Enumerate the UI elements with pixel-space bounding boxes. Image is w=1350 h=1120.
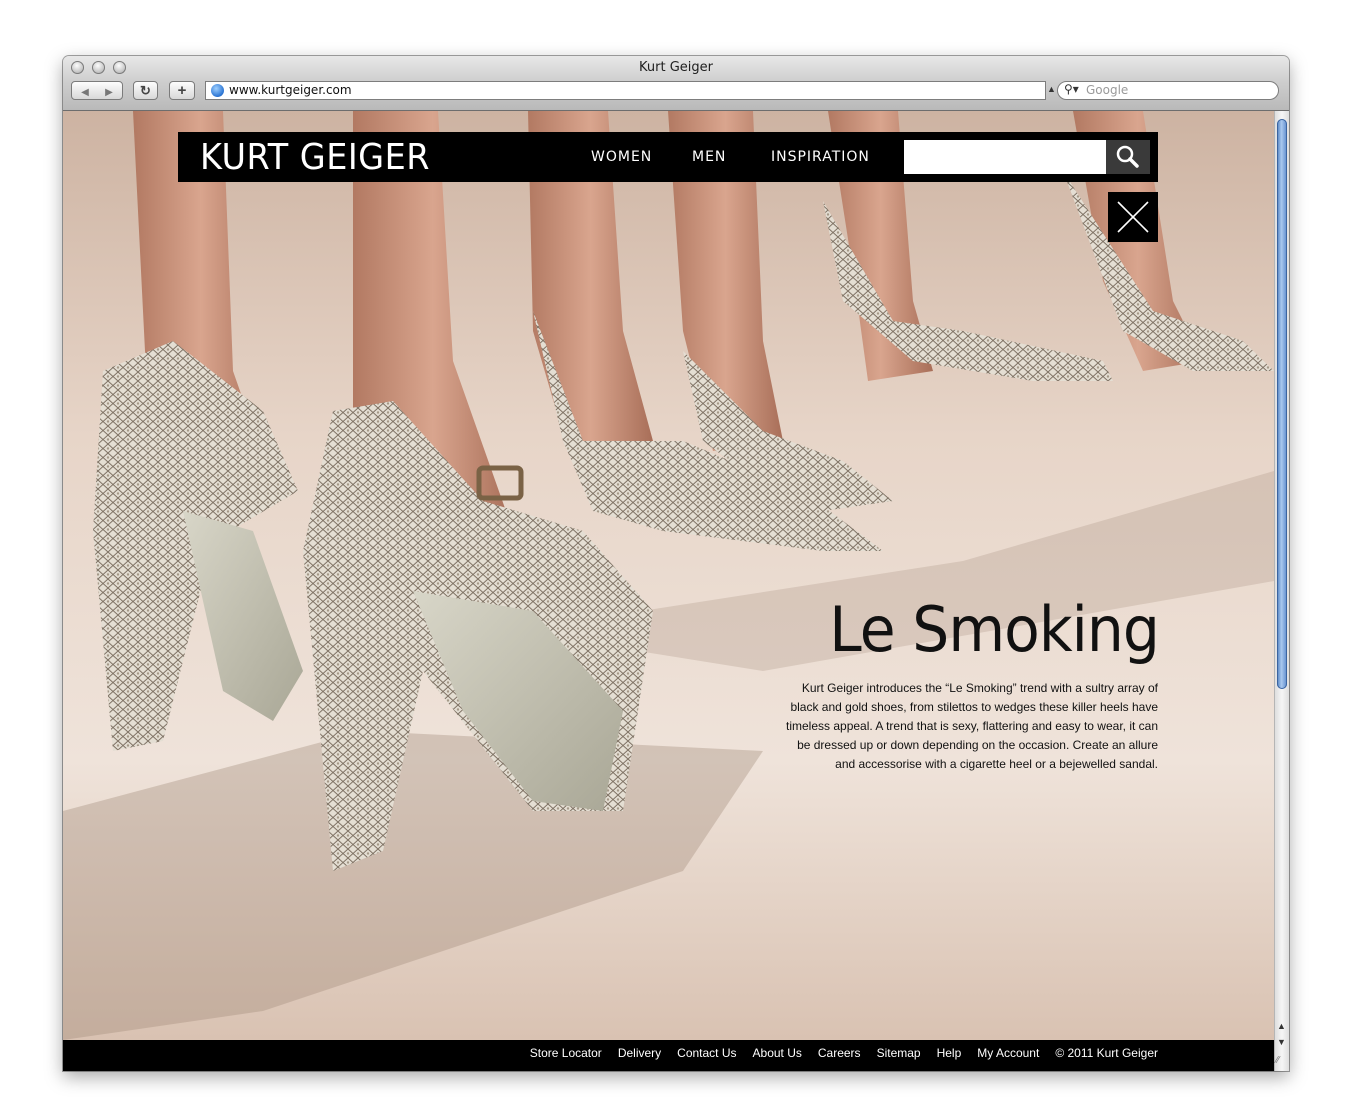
hero-photo	[63, 111, 1274, 1040]
back-forward-buttons[interactable]: ◀ ▶	[71, 81, 123, 100]
article-title: Le Smoking	[829, 593, 1160, 666]
site-footer: Store Locator Delivery Contact Us About …	[63, 1040, 1274, 1071]
magnifier-icon[interactable]: ⚲▾	[1064, 82, 1079, 96]
footer-link-store-locator[interactable]: Store Locator	[530, 1046, 602, 1060]
site-header: KURT GEIGER WOMEN MEN INSPIRATION	[178, 132, 1158, 182]
magnifier-icon	[1116, 145, 1139, 168]
scroll-down-arrow-icon[interactable]: ▼	[1277, 1037, 1286, 1047]
article-body: Kurt Geiger introduces the “Le Smoking” …	[786, 681, 1158, 771]
footer-link-help[interactable]: Help	[937, 1046, 962, 1060]
footer-link-careers[interactable]: Careers	[818, 1046, 861, 1060]
browser-toolbar: Kurt Geiger ◀ ▶ ↻ + www.kurtgeiger.com ▲ …	[63, 56, 1289, 111]
close-x-icon	[1117, 201, 1149, 233]
site-search-button[interactable]	[1106, 140, 1150, 174]
footer-link-contact-us[interactable]: Contact Us	[677, 1046, 736, 1060]
site-logo[interactable]: KURT GEIGER	[200, 137, 430, 178]
browser-window: Kurt Geiger ◀ ▶ ↻ + www.kurtgeiger.com ▲ …	[63, 56, 1289, 1071]
globe-icon	[211, 84, 224, 97]
back-arrow-icon[interactable]: ◀	[73, 84, 97, 101]
address-bar[interactable]: www.kurtgeiger.com	[205, 81, 1046, 100]
scroll-up-arrow-icon[interactable]: ▲	[1277, 1021, 1286, 1031]
close-button[interactable]	[1108, 192, 1158, 242]
footer-link-sitemap[interactable]: Sitemap	[877, 1046, 921, 1060]
address-text[interactable]: www.kurtgeiger.com	[229, 83, 352, 97]
nav-women[interactable]: WOMEN	[591, 149, 652, 165]
footer-link-about-us[interactable]: About Us	[753, 1046, 802, 1060]
forward-arrow-icon[interactable]: ▶	[97, 84, 121, 101]
reload-button[interactable]: ↻	[133, 81, 158, 100]
browser-search-field[interactable]: ⚲▾ Google	[1057, 81, 1279, 100]
footer-link-my-account[interactable]: My Account	[977, 1046, 1039, 1060]
window-title: Kurt Geiger	[639, 60, 713, 75]
page-viewport: KURT GEIGER WOMEN MEN INSPIRATION Le Smo…	[63, 111, 1274, 1040]
address-history-arrow-icon[interactable]: ▲	[1047, 84, 1056, 94]
add-bookmark-button[interactable]: +	[169, 81, 195, 100]
footer-copyright: © 2011 Kurt Geiger	[1055, 1046, 1158, 1060]
vertical-scrollbar[interactable]: ▲ ▼ ∕∕	[1274, 111, 1289, 1071]
nav-men[interactable]: MEN	[692, 149, 726, 165]
site-search-input[interactable]	[904, 140, 1106, 174]
nav-inspiration[interactable]: INSPIRATION	[771, 149, 870, 165]
scrollbar-thumb[interactable]	[1277, 119, 1287, 689]
footer-link-delivery[interactable]: Delivery	[618, 1046, 661, 1060]
browser-search-placeholder: Google	[1086, 83, 1129, 97]
resize-grip-icon[interactable]: ∕∕	[1276, 1055, 1279, 1066]
